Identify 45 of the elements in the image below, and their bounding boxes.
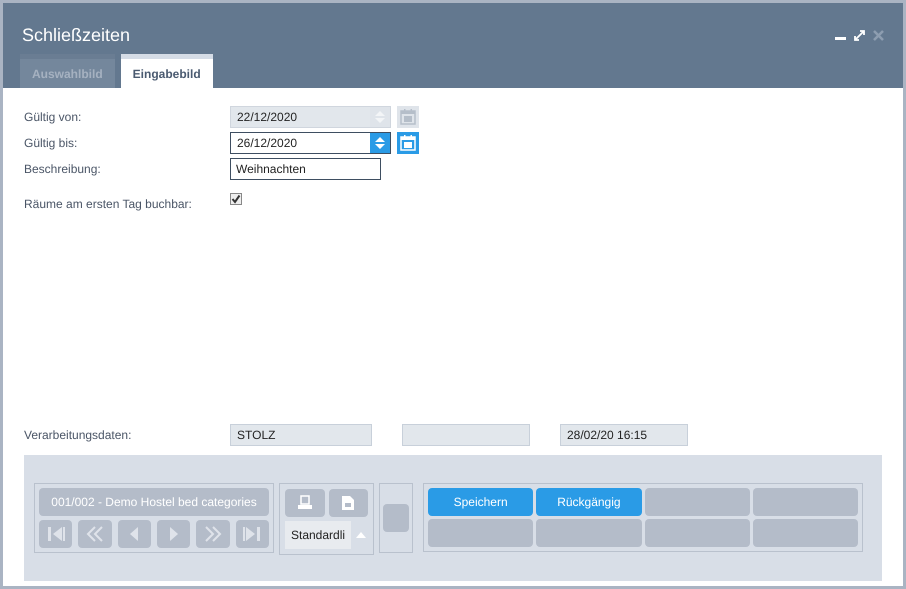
print-button[interactable] [285, 489, 324, 517]
readonly-field: 28/02/20 16:15 [560, 424, 688, 446]
double-left-button[interactable] [78, 520, 112, 548]
last-page-button[interactable] [236, 520, 269, 548]
up-down-icon [375, 134, 385, 150]
field-label: Beschreibung: [24, 160, 102, 178]
calendar-icon[interactable] [397, 106, 419, 128]
double-right-icon [202, 524, 223, 544]
double-right-button[interactable] [196, 520, 230, 548]
maximize-icon[interactable] [854, 30, 865, 41]
date-field[interactable]: 26/12/2020 [230, 132, 391, 154]
blank-button[interactable] [644, 519, 750, 547]
description-field[interactable]: Weihnachten [230, 158, 381, 180]
spinner-button[interactable] [370, 132, 390, 152]
field-label: Gültig bis: [24, 134, 78, 152]
printer-icon [296, 495, 313, 511]
first-page-button[interactable] [39, 520, 72, 548]
blank-button[interactable] [428, 519, 534, 547]
double-left-icon [84, 524, 105, 544]
readonly-field: STOLZ [230, 424, 372, 446]
blank-button[interactable] [752, 488, 858, 516]
last-page-icon [242, 524, 262, 544]
up-down-icon [375, 108, 385, 124]
caret-icon [356, 532, 366, 538]
close-icon[interactable] [873, 30, 884, 41]
record-label: 001/002 - Demo Hostel bed categories [39, 488, 269, 516]
blank-button[interactable] [752, 519, 858, 547]
field-label: Räume am ersten Tag buchbar: [24, 196, 193, 213]
dropdown-value: Standardli [285, 521, 352, 549]
right-arrow-button[interactable] [156, 520, 190, 548]
checkbox[interactable] [230, 193, 242, 205]
calendar-icon[interactable] [397, 132, 419, 154]
field-label: Verarbeitungsdaten: [24, 427, 132, 444]
blank-button[interactable] [644, 488, 750, 516]
date-value: 26/12/2020 [236, 134, 298, 152]
left-arrow-button[interactable] [118, 520, 151, 548]
first-page-icon [46, 524, 66, 544]
document-icon [341, 495, 356, 511]
blank-button[interactable] [536, 519, 642, 547]
window-title: Schließzeiten [22, 24, 130, 47]
blank-button[interactable] [383, 504, 409, 532]
date-value: 22/12/2020 [236, 108, 298, 126]
field-label: Gültig von: [24, 108, 82, 126]
tab[interactable]: Eingabebild [120, 54, 213, 88]
export-button[interactable] [328, 489, 368, 517]
